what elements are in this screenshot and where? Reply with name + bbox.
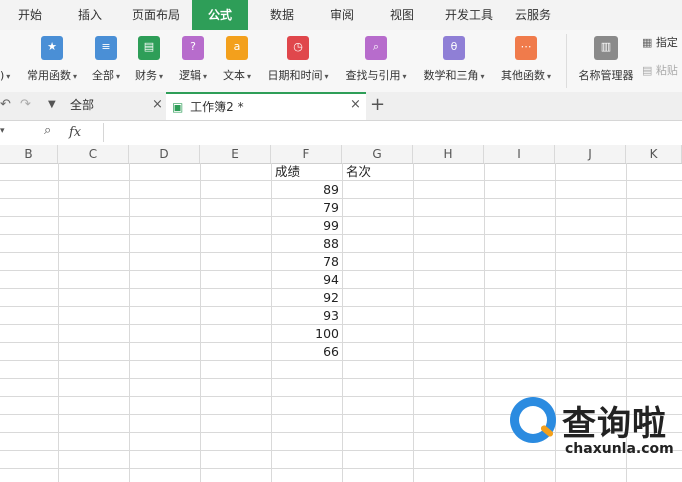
specify-button[interactable]: ▦ 指定 [642, 34, 682, 52]
tab-review[interactable]: 审阅 [322, 0, 362, 30]
score-cell[interactable]: 79 [271, 199, 342, 216]
score-cell[interactable]: 99 [271, 217, 342, 234]
formula-input[interactable] [103, 123, 682, 142]
column-header-j[interactable]: J [555, 145, 626, 163]
column-header-k[interactable]: K [626, 145, 682, 163]
define-icon: ▦ [642, 36, 656, 49]
score-cell[interactable]: 89 [271, 181, 342, 198]
undo-icon[interactable]: ↶ [0, 92, 16, 120]
finance-icon: ▤ [138, 36, 160, 60]
cell-g1-header[interactable]: 名次 [342, 163, 413, 180]
text-icon: a [226, 36, 248, 60]
formula-bar: ▾ ⌕ fx [0, 121, 682, 146]
cell-f1-header[interactable]: 成绩 [271, 163, 342, 180]
column-header-b[interactable]: B [0, 145, 58, 163]
column-header-i[interactable]: I [484, 145, 555, 163]
close-workbook-tab-icon[interactable]: × [350, 92, 361, 118]
search-icon: ⌕ [365, 36, 387, 60]
name-manager-button[interactable]: ▥ 名称管理器 [572, 34, 640, 88]
lookup-reference-button[interactable]: ⌕ 查找与引用 ▾ [338, 34, 414, 88]
tab-list-dropdown-icon[interactable]: ▼ [48, 92, 62, 120]
paste-icon: ▤ [642, 64, 656, 77]
list-icon: ≡ [95, 36, 117, 60]
score-cell[interactable]: 66 [271, 343, 342, 360]
ribbon-separator [566, 34, 567, 88]
tab-workbook2[interactable]: ▣ 工作簿2 * [166, 92, 366, 120]
all-functions-button[interactable]: ≡ 全部 ▾ [86, 34, 126, 88]
column-headers: B C D E F G H I J K [0, 145, 682, 164]
math-trig-button[interactable]: θ 数学和三角 ▾ [416, 34, 492, 88]
text-button[interactable]: a 文本 ▾ [216, 34, 258, 88]
zoom-icon[interactable]: ⌕ [44, 123, 51, 138]
score-cell[interactable]: 94 [271, 271, 342, 288]
tab-data[interactable]: 数据 [262, 0, 302, 30]
question-icon: ? [182, 36, 204, 60]
common-functions-button[interactable]: ★ 常用函数 ▾ [18, 34, 86, 88]
watermark-logo-icon [510, 397, 556, 443]
ellipsis-icon: ⋯ [515, 36, 537, 60]
tab-home[interactable]: 开始 [10, 0, 50, 30]
more-functions-button[interactable]: ⋯ 其他函数 ▾ [494, 34, 558, 88]
tab-view[interactable]: 视图 [382, 0, 422, 30]
column-header-c[interactable]: C [58, 145, 129, 163]
formula-ribbon: ) ▾ ★ 常用函数 ▾ ≡ 全部 ▾ ▤ 财务 ▾ ? 逻辑 ▾ a 文本 ▾ ◷ 日期和… [0, 30, 682, 93]
insert-function-fx[interactable]: fx [69, 121, 81, 145]
name-box-dropdown-icon[interactable]: ▾ [0, 126, 5, 136]
tab-formulas[interactable]: 公式 [192, 0, 248, 30]
tab-cloud[interactable]: 云服务 [508, 0, 558, 30]
column-header-f[interactable]: F [271, 145, 342, 163]
score-cell[interactable]: 88 [271, 235, 342, 252]
column-header-e[interactable]: E [200, 145, 271, 163]
column-header-h[interactable]: H [413, 145, 484, 163]
watermark-text: 查询啦 [562, 404, 667, 444]
redo-icon[interactable]: ↷ [20, 92, 36, 120]
close-all-tab-icon[interactable]: × [152, 92, 163, 118]
column-header-d[interactable]: D [129, 145, 200, 163]
books-icon: ▥ [594, 36, 618, 60]
tab-developer[interactable]: 开发工具 [440, 0, 498, 30]
score-cell[interactable]: 78 [271, 253, 342, 270]
clock-icon: ◷ [287, 36, 309, 60]
insert-function-button[interactable]: ) ▾ [0, 34, 14, 88]
score-cell[interactable]: 93 [271, 307, 342, 324]
score-cell[interactable]: 92 [271, 289, 342, 306]
new-tab-button[interactable]: + [370, 92, 386, 120]
column-header-g[interactable]: G [342, 145, 413, 163]
star-icon: ★ [41, 36, 63, 60]
theta-icon: θ [443, 36, 465, 60]
spreadsheet-icon: ▣ [172, 100, 184, 114]
menu-bar: 开始 插入 页面布局 公式 数据 审阅 视图 开发工具 云服务 [0, 0, 682, 30]
score-cell[interactable]: 100 [271, 325, 342, 342]
document-tab-bar: ↶ ↷ ▼ 全部 × ▣ 工作簿2 * × + [0, 92, 682, 121]
paste-names-button[interactable]: ▤ 粘贴 [642, 62, 682, 80]
tab-insert[interactable]: 插入 [70, 0, 110, 30]
watermark-url: chaxunla.com [565, 441, 674, 457]
date-time-button[interactable]: ◷ 日期和时间 ▾ [260, 34, 336, 88]
tab-all[interactable]: 全部 [70, 92, 160, 120]
logical-button[interactable]: ? 逻辑 ▾ [172, 34, 214, 88]
financial-button[interactable]: ▤ 财务 ▾ [128, 34, 170, 88]
tab-page-layout[interactable]: 页面布局 [125, 0, 187, 30]
